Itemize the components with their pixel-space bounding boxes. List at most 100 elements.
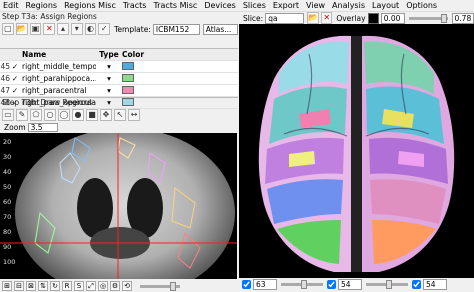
row-checkbox[interactable]: ✓ <box>10 86 20 95</box>
open-folder-icon[interactable]: 📂 <box>15 23 28 35</box>
x-slider[interactable] <box>281 280 323 289</box>
circle-tool-icon[interactable]: ○ <box>44 109 56 121</box>
atlas-button[interactable]: Atlas... <box>202 23 238 35</box>
slice-label: Slice: <box>243 13 264 23</box>
menu-regions[interactable]: Regions <box>26 1 58 10</box>
y-checkbox[interactable] <box>327 280 336 289</box>
table-header: Name Type Color <box>0 49 238 61</box>
view-c-icon[interactable]: ⊠ <box>26 281 36 291</box>
c-icon[interactable]: ◎ <box>98 281 108 291</box>
region-toolbar: ▢ 📂 ▣ ✕ ▴ ▾ ◐ ✓ Template: ICBM152 Atlas.… <box>0 22 238 36</box>
save-icon[interactable]: ▣ <box>29 23 42 35</box>
menu-devices[interactable]: Devices <box>204 1 236 10</box>
step3a-title: Step T3a: Assign Regions <box>2 12 97 21</box>
row-checkbox[interactable]: ✓ <box>10 74 20 83</box>
slider-knob[interactable] <box>170 281 176 291</box>
col-type[interactable]: Type <box>96 50 122 59</box>
polygon-icon[interactable]: ⬠ <box>30 109 42 121</box>
table-row[interactable]: 46 ✓ right_parahippoca... ▾ <box>0 73 238 85</box>
tool-icon[interactable]: ◐ <box>84 23 97 35</box>
table-row[interactable]: 45 ✓ right_middle_tempo... ▾ <box>0 61 238 73</box>
color-swatch[interactable] <box>122 62 134 70</box>
col-color[interactable]: Color <box>122 50 144 59</box>
menu-view[interactable]: View <box>306 1 325 10</box>
color-swatch[interactable] <box>122 86 134 94</box>
zoom-input[interactable]: 3.5 <box>27 122 58 132</box>
folder-icon[interactable]: 📂 <box>307 12 320 24</box>
menu-tracts[interactable]: Tracts <box>123 1 147 10</box>
ruler-tick: 40 <box>3 168 12 176</box>
view-a-icon[interactable]: ⊞ <box>2 281 12 291</box>
color-swatch[interactable] <box>122 74 134 82</box>
menu-slices[interactable]: Slices <box>243 1 266 10</box>
col-name[interactable]: Name <box>20 50 96 59</box>
z-checkbox[interactable] <box>412 280 421 289</box>
delete-icon[interactable]: ✕ <box>43 23 56 35</box>
template-select[interactable]: ICBM152 <box>152 23 200 35</box>
s-icon[interactable]: S <box>74 281 84 291</box>
menu-analysis[interactable]: Analysis <box>332 1 365 10</box>
row-name: right_paracentral <box>22 86 87 95</box>
table-row[interactable]: 47 ✓ right_paracentral ▾ <box>0 85 238 97</box>
row-checkbox[interactable]: ✓ <box>10 62 20 71</box>
menu-edit[interactable]: Edit <box>3 1 19 10</box>
menu-regions-misc[interactable]: Regions Misc <box>64 1 116 10</box>
opacity-slider[interactable] <box>409 13 448 23</box>
view-toolbar: ⊞ ⊟ ⊠ ⇅ ↻ R S ⤢ ◎ ⚙ ⟲ <box>0 280 238 292</box>
slider-knob[interactable] <box>386 280 392 289</box>
ruler-tick: 30 <box>3 153 12 161</box>
overlay-value[interactable]: 0.00 <box>380 12 406 24</box>
view-b-icon[interactable]: ⊟ <box>14 281 24 291</box>
color-picker[interactable] <box>367 12 379 24</box>
row-type[interactable]: ▾ <box>96 62 122 71</box>
y-coordinate[interactable]: 54 <box>338 279 362 290</box>
slider-knob[interactable] <box>301 280 307 289</box>
new-region-icon[interactable]: ▢ <box>2 23 14 35</box>
menu-layout[interactable]: Layout <box>372 1 399 10</box>
opacity-value[interactable]: 0.78 <box>451 12 474 24</box>
x-checkbox[interactable] <box>242 280 251 289</box>
slice-slider[interactable] <box>140 281 180 291</box>
row-name: right_parahippoca... <box>22 74 96 83</box>
rect-tool-icon[interactable]: ▭ <box>2 109 14 121</box>
menu-tracts-misc[interactable]: Tracts Misc <box>153 1 197 10</box>
fill-tool-icon[interactable]: ● <box>72 109 84 121</box>
draw-toolbar: ▭ ✎ ⬠ ○ ◯ ● ■ ✥ ↖ ↔ <box>0 108 238 122</box>
slice-image[interactable] <box>0 133 237 279</box>
zoom-label: Zoom <box>4 122 26 132</box>
slice-select[interactable]: qa <box>265 12 305 24</box>
template-label: Template: <box>114 24 151 34</box>
row-type[interactable]: ▾ <box>96 86 122 95</box>
close-icon[interactable]: ✕ <box>321 12 333 24</box>
brain-render[interactable] <box>239 24 474 278</box>
zoom-bar: Zoom 3.5 <box>0 122 238 132</box>
r-icon[interactable]: R <box>62 281 72 291</box>
settings-icon[interactable]: ⚙ <box>110 281 120 291</box>
row-id: 47 <box>0 86 10 95</box>
y-slider[interactable] <box>366 280 408 289</box>
free-draw-icon[interactable]: ✎ <box>16 109 28 121</box>
move-icon[interactable]: ✥ <box>100 109 112 121</box>
pointer-icon[interactable]: ↖ <box>114 109 126 121</box>
x-coordinate[interactable]: 63 <box>253 279 277 290</box>
square-tool-icon[interactable]: ■ <box>86 109 98 121</box>
down-icon[interactable]: ▾ <box>70 23 83 35</box>
z-coordinate[interactable]: 54 <box>423 279 447 290</box>
ruler-tick: 100 <box>3 258 16 266</box>
up-icon[interactable]: ▴ <box>57 23 69 35</box>
slice-view[interactable]: 20 30 40 50 60 70 80 90 100 <box>0 133 237 279</box>
row-type[interactable]: ▾ <box>96 74 122 83</box>
rotate-icon[interactable]: ↻ <box>50 281 60 291</box>
ellipse-tool-icon[interactable]: ◯ <box>58 109 70 121</box>
fit-icon[interactable]: ⤢ <box>86 281 96 291</box>
menu-options[interactable]: Options <box>406 1 437 10</box>
check-icon[interactable]: ✓ <box>98 23 111 35</box>
ruler-tick: 80 <box>3 228 12 236</box>
slider-knob[interactable] <box>441 13 448 23</box>
menu-export[interactable]: Export <box>273 1 299 10</box>
resize-icon[interactable]: ↔ <box>128 109 140 121</box>
3d-view[interactable] <box>239 24 474 278</box>
reset-icon[interactable]: ⟲ <box>122 281 132 291</box>
flip-icon[interactable]: ⇅ <box>38 281 48 291</box>
row-id: 46 <box>0 74 10 83</box>
